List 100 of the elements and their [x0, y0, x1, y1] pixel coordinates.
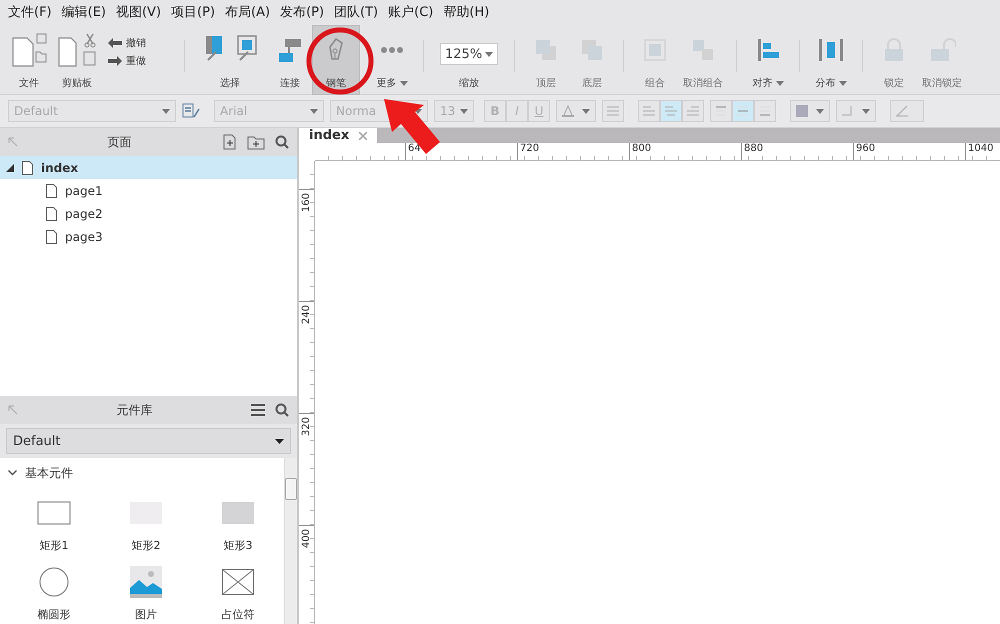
ruler-label: 880: [744, 143, 764, 154]
widget-label[interactable]: 矩形3: [224, 538, 252, 553]
search-icon[interactable]: [275, 403, 289, 417]
menu-item[interactable]: 项目(P): [167, 3, 222, 21]
page-icon: [46, 230, 57, 244]
add-page-icon[interactable]: [221, 134, 237, 150]
ruler-label: 960: [856, 143, 876, 154]
group-icon: [642, 37, 668, 63]
expand-triangle-icon[interactable]: [6, 164, 14, 172]
ruler-label: 64: [408, 143, 421, 154]
caret-icon: [310, 108, 318, 114]
style-edit-icon: [182, 103, 200, 119]
undo-icon: [108, 38, 122, 48]
connect-tool-button[interactable]: 连接: [267, 26, 313, 94]
line-style-button[interactable]: [890, 100, 924, 122]
fill-color-button[interactable]: [790, 100, 830, 122]
align-lines-icon: [737, 106, 749, 116]
library-select[interactable]: Default: [6, 428, 291, 454]
zoom-select[interactable]: 125%: [440, 43, 498, 65]
vertical-align-button[interactable]: [754, 100, 776, 122]
menu-item[interactable]: 帮助(H): [439, 3, 496, 21]
search-icon[interactable]: [275, 135, 289, 149]
caret-icon: [162, 108, 170, 114]
border-icon: [842, 106, 852, 116]
menu-item[interactable]: 布局(A): [221, 3, 276, 21]
document-tab[interactable]: index: [299, 128, 378, 143]
ruler-label: 240: [301, 305, 312, 324]
widget-label[interactable]: 占位符: [222, 607, 254, 622]
page-tree-item[interactable]: page3: [0, 225, 297, 248]
new-file-icon: [11, 32, 47, 68]
caret-icon: [460, 108, 468, 114]
redo-icon: [108, 56, 122, 66]
send-to-back-icon: [579, 37, 605, 63]
close-icon[interactable]: [359, 132, 368, 140]
menu-icon[interactable]: [251, 404, 265, 416]
caret-icon: [275, 438, 284, 444]
align-tool-button[interactable]: 对齐: [745, 26, 791, 94]
caret-icon: [816, 108, 824, 114]
widget-label[interactable]: 图片: [135, 607, 157, 622]
panel-title: 页面: [106, 134, 132, 150]
align-lines-icon: [759, 106, 771, 116]
dock-icon[interactable]: [8, 405, 18, 415]
vertical-align-button[interactable]: [710, 100, 732, 122]
clipboard-tool-button[interactable]: 剪贴板: [52, 26, 102, 94]
widget-label[interactable]: 矩形2: [132, 538, 160, 553]
page-tree-item[interactable]: index: [0, 156, 297, 179]
align-lines-icon: [715, 106, 727, 116]
scrollbar[interactable]: [284, 458, 297, 624]
pencil-icon: [896, 105, 908, 117]
caret-icon: [485, 52, 493, 56]
menu-item[interactable]: 视图(V): [112, 3, 168, 21]
text-align-button[interactable]: [638, 100, 660, 122]
widget-label[interactable]: 椭圆形: [38, 607, 70, 622]
distribute-icon: [817, 37, 845, 63]
page-icon: [22, 160, 33, 174]
more-tool-button[interactable]: 更多: [369, 26, 415, 94]
menu-item[interactable]: 团队(T): [330, 3, 384, 21]
menu-item[interactable]: 编辑(E): [58, 3, 112, 21]
list-icon: [607, 106, 619, 116]
tool-label: 缩放: [459, 76, 479, 90]
distribute-tool-button[interactable]: 分布: [808, 26, 854, 94]
more-dots-icon: [379, 45, 405, 55]
ruler-label: 400: [301, 529, 312, 548]
bullet-list-button[interactable]: [602, 100, 624, 122]
menu-item[interactable]: 账户(C): [384, 3, 440, 21]
add-folder-icon[interactable]: [247, 134, 265, 150]
select-tool-button[interactable]: 选择: [193, 26, 267, 94]
caret-icon: [862, 108, 870, 114]
ruler-label: 800: [632, 143, 652, 154]
section-header[interactable]: 基本元件: [8, 462, 284, 484]
caret-icon: [582, 108, 590, 114]
vertical-align-button[interactable]: [732, 100, 754, 122]
border-button[interactable]: [836, 100, 876, 122]
menu-item[interactable]: 文件(F): [4, 3, 58, 21]
text-align-button[interactable]: [682, 100, 704, 122]
annotation-circle: [306, 28, 374, 94]
page-tree-item[interactable]: page2: [0, 202, 297, 225]
bring-to-front-icon: [533, 37, 559, 63]
align-lines-icon: [687, 106, 699, 116]
menu-item[interactable]: 发布(P): [276, 3, 330, 21]
widget-label[interactable]: 矩形1: [40, 538, 68, 553]
file-tool-button[interactable]: 文件: [6, 26, 52, 94]
scrollbar-thumb[interactable]: [285, 478, 297, 500]
caret-icon: [400, 80, 408, 86]
panel-title: 元件库: [116, 402, 154, 418]
align-lines-icon: [643, 106, 655, 116]
dock-icon[interactable]: [8, 137, 18, 147]
unlock-icon: [928, 37, 956, 63]
redo-button[interactable]: 重做: [126, 54, 146, 68]
image-icon: [130, 566, 162, 598]
lock-icon: [882, 37, 906, 63]
page-icon: [46, 184, 57, 198]
page-icon: [46, 206, 57, 220]
font-color-icon: [562, 105, 574, 117]
page-tree-item[interactable]: page1: [0, 179, 297, 202]
clipboard-icon: [57, 32, 97, 68]
font-color-button[interactable]: [556, 100, 596, 122]
undo-button[interactable]: 撤销: [126, 36, 146, 50]
text-align-button[interactable]: [660, 100, 682, 122]
fill-icon: [796, 105, 808, 117]
